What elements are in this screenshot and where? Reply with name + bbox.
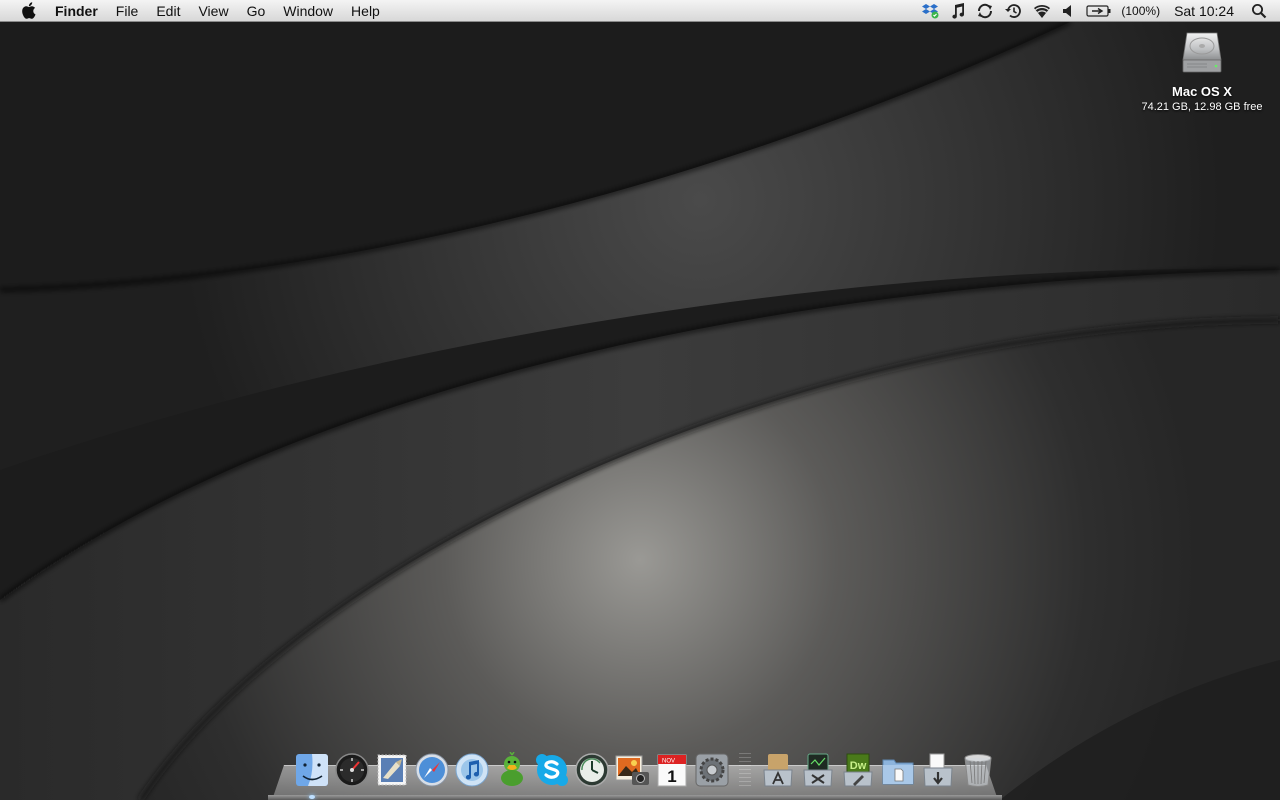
menu-go[interactable]: Go bbox=[238, 0, 275, 22]
hard-drive-icon bbox=[1182, 32, 1222, 73]
dreamweaver-folder-icon: Dw bbox=[843, 753, 873, 787]
dreamweaver-label: Dw bbox=[850, 760, 867, 772]
dock-downloads-stack[interactable] bbox=[918, 748, 958, 788]
sync-icon[interactable] bbox=[971, 0, 999, 22]
dock-ical[interactable]: NOV 1 bbox=[652, 748, 692, 788]
iphoto-icon bbox=[615, 755, 649, 785]
utilities-folder-icon bbox=[803, 753, 833, 787]
menu-bar: Finder File Edit View Go Window Help (10… bbox=[0, 0, 1280, 22]
menu-view[interactable]: View bbox=[189, 0, 237, 22]
dock-safari[interactable] bbox=[412, 748, 452, 788]
battery-percent[interactable]: (100%) bbox=[1117, 4, 1164, 18]
dock-utilities-stack[interactable] bbox=[798, 748, 838, 788]
drive-name: Mac OS X bbox=[1172, 84, 1232, 99]
dock-dashboard[interactable] bbox=[332, 748, 372, 788]
ical-calendar-icon: NOV 1 bbox=[657, 754, 687, 787]
documents-folder-icon bbox=[882, 759, 914, 785]
apple-menu-icon[interactable] bbox=[10, 0, 46, 22]
menu-app-finder[interactable]: Finder bbox=[46, 0, 107, 22]
dock-itunes[interactable] bbox=[452, 748, 492, 788]
wifi-icon[interactable] bbox=[1027, 0, 1057, 22]
finder-icon bbox=[296, 754, 328, 786]
spotlight-icon[interactable] bbox=[1246, 0, 1272, 22]
dashboard-icon bbox=[335, 753, 369, 787]
dock-iphoto[interactable] bbox=[612, 748, 652, 788]
safari-compass-icon bbox=[415, 753, 449, 787]
dock-skype[interactable] bbox=[532, 748, 572, 788]
applications-folder-icon bbox=[763, 754, 793, 787]
drive-capacity: 74.21 GB, 12.98 GB free bbox=[1141, 101, 1263, 113]
dock-documents-stack[interactable] bbox=[878, 748, 918, 788]
menu-edit[interactable]: Edit bbox=[147, 0, 189, 22]
skype-icon bbox=[536, 754, 568, 786]
dock-finder[interactable] bbox=[292, 748, 332, 799]
dock-adium[interactable] bbox=[492, 748, 532, 788]
dock-mail[interactable] bbox=[372, 748, 412, 788]
downloads-folder-icon bbox=[923, 753, 953, 787]
dock-separator bbox=[739, 750, 751, 788]
mail-stamp-icon bbox=[377, 754, 407, 786]
trash-icon bbox=[964, 754, 992, 787]
dock-time-machine[interactable] bbox=[572, 748, 612, 788]
menu-clock[interactable]: Sat 10:24 bbox=[1164, 3, 1246, 19]
dock-system-preferences[interactable] bbox=[692, 748, 732, 788]
menu-window[interactable]: Window bbox=[274, 0, 342, 22]
itunes-icon bbox=[455, 753, 489, 787]
dock-dreamweaver-stack[interactable]: Dw bbox=[838, 748, 878, 788]
dock-applications-stack[interactable] bbox=[758, 748, 798, 788]
battery-icon[interactable] bbox=[1081, 0, 1117, 22]
running-indicator bbox=[309, 795, 315, 799]
volume-icon[interactable] bbox=[1057, 0, 1081, 22]
dock-trash[interactable] bbox=[958, 748, 998, 788]
menu-file[interactable]: File bbox=[107, 0, 148, 22]
itunes-note-icon[interactable] bbox=[945, 0, 971, 22]
dock-shelf-edge bbox=[268, 795, 1002, 800]
time-machine-app-icon bbox=[575, 753, 609, 787]
desktop-drive-mac-os-x[interactable]: Mac OS X 74.21 GB, 12.98 GB free bbox=[1132, 30, 1272, 114]
menu-help[interactable]: Help bbox=[342, 0, 389, 22]
dock: NOV 1 Dw bbox=[292, 748, 998, 799]
desktop-wallpaper bbox=[0, 0, 1280, 800]
time-machine-icon[interactable] bbox=[999, 0, 1027, 22]
adium-duck-icon bbox=[501, 752, 523, 786]
ical-month: NOV bbox=[662, 759, 675, 765]
ical-day: 1 bbox=[667, 767, 676, 786]
dropbox-icon[interactable] bbox=[917, 0, 945, 22]
system-preferences-gear-icon bbox=[695, 753, 729, 787]
